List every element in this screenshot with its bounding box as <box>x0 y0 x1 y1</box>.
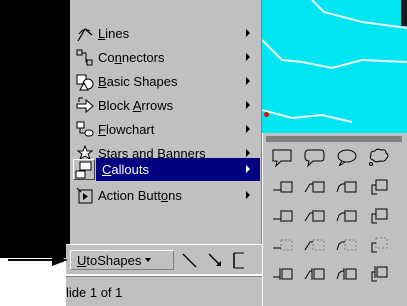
submenu-arrow-icon <box>246 191 250 199</box>
status-bar: lide 1 of 1 <box>66 276 272 306</box>
submenu-arrow-icon <box>246 149 250 157</box>
rectangle-tool-icon[interactable] <box>232 251 246 269</box>
line-callout-3-icon[interactable] <box>335 176 359 198</box>
annotation-arrow-icon <box>8 254 68 266</box>
menu-item-label: Block Arrows <box>98 98 174 113</box>
line-callout-2-icon[interactable] <box>303 176 327 198</box>
line-callout-2-border-accent-icon[interactable] <box>303 263 327 285</box>
line-tool-icon[interactable] <box>180 251 200 269</box>
rounded-callout-icon[interactable] <box>303 147 327 169</box>
line-callout-4-accent-icon[interactable] <box>367 205 391 227</box>
menu-item-label: Connectors <box>98 50 165 65</box>
line-callout-3-noborder-icon[interactable] <box>335 234 359 256</box>
oval-callout-icon[interactable] <box>335 147 359 169</box>
submenu-arrow-icon <box>246 101 250 109</box>
arrow-tool-icon[interactable] <box>206 251 226 269</box>
menu-item-flowchart[interactable]: Flowchart <box>70 118 260 141</box>
line-callout-1-border-accent-icon[interactable] <box>271 263 295 285</box>
line-callout-1-noborder-icon[interactable] <box>271 234 295 256</box>
slide-wave-lines <box>262 0 407 123</box>
line-callout-4-noborder-icon[interactable] <box>367 234 391 256</box>
selection-handle[interactable] <box>264 112 269 117</box>
autoshapes-button[interactable]: UtoShapes <box>70 250 174 270</box>
lines-icon <box>74 24 96 44</box>
menu-item-connectors[interactable]: Connectors <box>70 46 260 69</box>
line-callout-1-icon[interactable] <box>271 176 295 198</box>
autoshapes-label: UtoShapes <box>77 252 142 268</box>
basic-shapes-icon <box>74 72 96 92</box>
slide-object-edge <box>401 0 407 26</box>
drawing-toolbar: UtoShapes <box>66 244 272 274</box>
palette-title-bar[interactable] <box>266 136 402 142</box>
menu-item-block-arrows[interactable]: Block Arrows <box>70 94 260 117</box>
callouts-palette <box>262 133 407 306</box>
slide-canvas[interactable] <box>262 0 407 133</box>
menu-item-label: Callouts <box>102 162 149 177</box>
connectors-icon <box>74 48 96 68</box>
menu-item-action-buttons[interactable]: Action Buttons <box>70 184 260 207</box>
window-left-edge <box>0 0 70 258</box>
dropdown-arrow-icon <box>145 258 152 262</box>
line-callout-4-icon[interactable] <box>367 176 391 198</box>
menu-item-label: Action Buttons <box>98 188 182 203</box>
line-callout-1-accent-icon[interactable] <box>271 205 295 227</box>
line-callout-2-accent-icon[interactable] <box>303 205 327 227</box>
menu-item-lines[interactable]: Lines <box>70 22 260 45</box>
submenu-arrow-icon <box>246 29 250 37</box>
submenu-arrow-icon <box>246 77 250 85</box>
rectangular-callout-icon[interactable] <box>271 147 295 169</box>
callouts-icon <box>73 159 95 180</box>
flowchart-icon <box>74 120 96 140</box>
submenu-arrow-icon <box>246 165 250 173</box>
submenu-arrow-icon <box>246 125 250 133</box>
submenu-arrow-icon <box>246 53 250 61</box>
menu-item-label: Lines <box>98 26 130 41</box>
cloud-callout-icon[interactable] <box>367 147 391 169</box>
menu-item-label: Flowchart <box>98 122 155 137</box>
block-arrows-icon <box>74 96 96 116</box>
line-callout-3-accent-icon[interactable] <box>335 205 359 227</box>
slide-counter: lide 1 of 1 <box>66 285 123 300</box>
action-buttons-icon <box>74 186 96 206</box>
menu-item-callouts[interactable]: Callouts <box>96 158 260 181</box>
menu-item-basic-shapes[interactable]: Basic Shapes <box>70 70 260 93</box>
line-callout-4-border-accent-icon[interactable] <box>367 263 391 285</box>
menu-item-label: Basic Shapes <box>98 74 178 89</box>
autoshapes-menu: Lines Connectors Basic Shapes Block Arro… <box>70 0 262 258</box>
line-callout-3-border-accent-icon[interactable] <box>335 263 359 285</box>
line-callout-2-noborder-icon[interactable] <box>303 234 327 256</box>
